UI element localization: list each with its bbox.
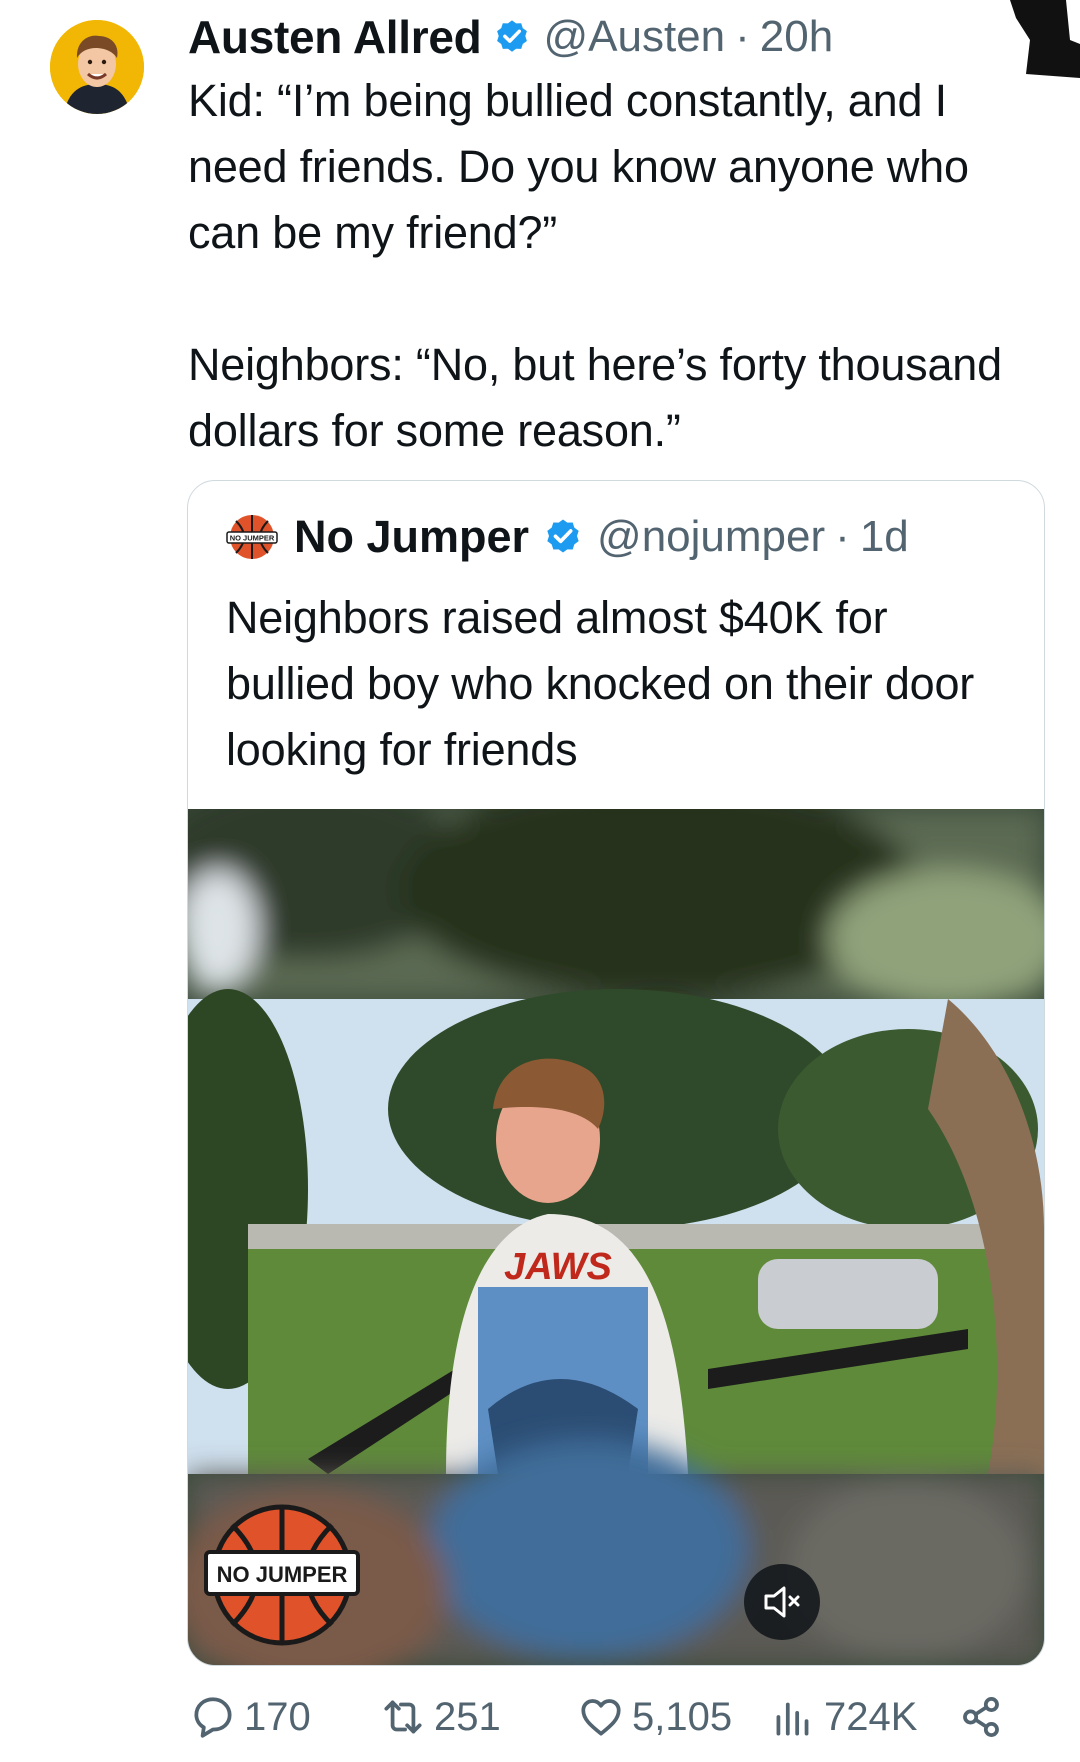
quoted-tweet-card[interactable]: NO JUMPER No Jumper @nojumper · 1d Neigh… xyxy=(187,480,1045,1666)
views-count: 724K xyxy=(824,1694,918,1739)
views-button[interactable]: 724K xyxy=(768,1692,917,1742)
author-avatar[interactable] xyxy=(50,20,144,114)
like-count: 5,105 xyxy=(632,1694,733,1739)
shirt-text: JAWS xyxy=(504,1246,612,1288)
reply-count: 170 xyxy=(244,1694,311,1739)
like-button[interactable]: 5,105 xyxy=(576,1692,732,1742)
quoted-author-name[interactable]: No Jumper xyxy=(294,511,529,563)
author-name[interactable]: Austen Allred xyxy=(188,10,482,64)
repost-button[interactable]: 251 xyxy=(378,1692,501,1742)
share-icon xyxy=(963,1696,999,1738)
heart-icon xyxy=(581,1699,621,1736)
tweet-text: Kid: “I’m being bullied constantly, and … xyxy=(188,75,1002,456)
camera-scene: JAWS xyxy=(188,989,1044,1474)
speaker-muted-icon xyxy=(764,1586,800,1618)
quoted-tweet-text: Neighbors raised almost $40K for bullied… xyxy=(226,592,975,775)
repost-count: 251 xyxy=(434,1694,501,1739)
video-player[interactable]: JAWS NO JUMPER xyxy=(188,809,1044,1665)
quoted-tweet-timestamp[interactable]: 1d xyxy=(860,512,909,562)
mute-button[interactable] xyxy=(744,1564,820,1640)
verified-badge-icon xyxy=(497,20,528,52)
video-frame: JAWS NO JUMPER xyxy=(188,809,1044,1665)
nojumper-logo-text: NO JUMPER xyxy=(230,534,275,543)
quoted-author-handle[interactable]: @nojumper xyxy=(597,512,825,562)
separator-dot: · xyxy=(835,512,850,561)
tweet-timestamp[interactable]: 20h xyxy=(760,12,833,62)
verified-badge-icon xyxy=(547,519,579,553)
separator-dot: · xyxy=(735,12,750,61)
tweet-header: Austen Allred @Austen · 20h xyxy=(188,6,1060,68)
author-handle[interactable]: @Austen xyxy=(543,12,725,62)
repost-icon xyxy=(384,1700,422,1734)
views-chart-icon xyxy=(776,1702,809,1736)
reply-icon xyxy=(194,1697,232,1738)
blurred-top-band xyxy=(188,809,1044,1009)
nojumper-logo-icon: NO JUMPER xyxy=(226,515,278,559)
reply-button[interactable]: 170 xyxy=(188,1692,311,1742)
quoted-tweet-header: NO JUMPER No Jumper @nojumper · 1d xyxy=(226,507,909,567)
watermark-text: NO JUMPER xyxy=(217,1562,348,1587)
avatar-illustration xyxy=(50,20,144,114)
tweet-action-bar: 170 251 5,105 724K xyxy=(188,1692,1008,1762)
share-button[interactable] xyxy=(956,1692,1012,1742)
